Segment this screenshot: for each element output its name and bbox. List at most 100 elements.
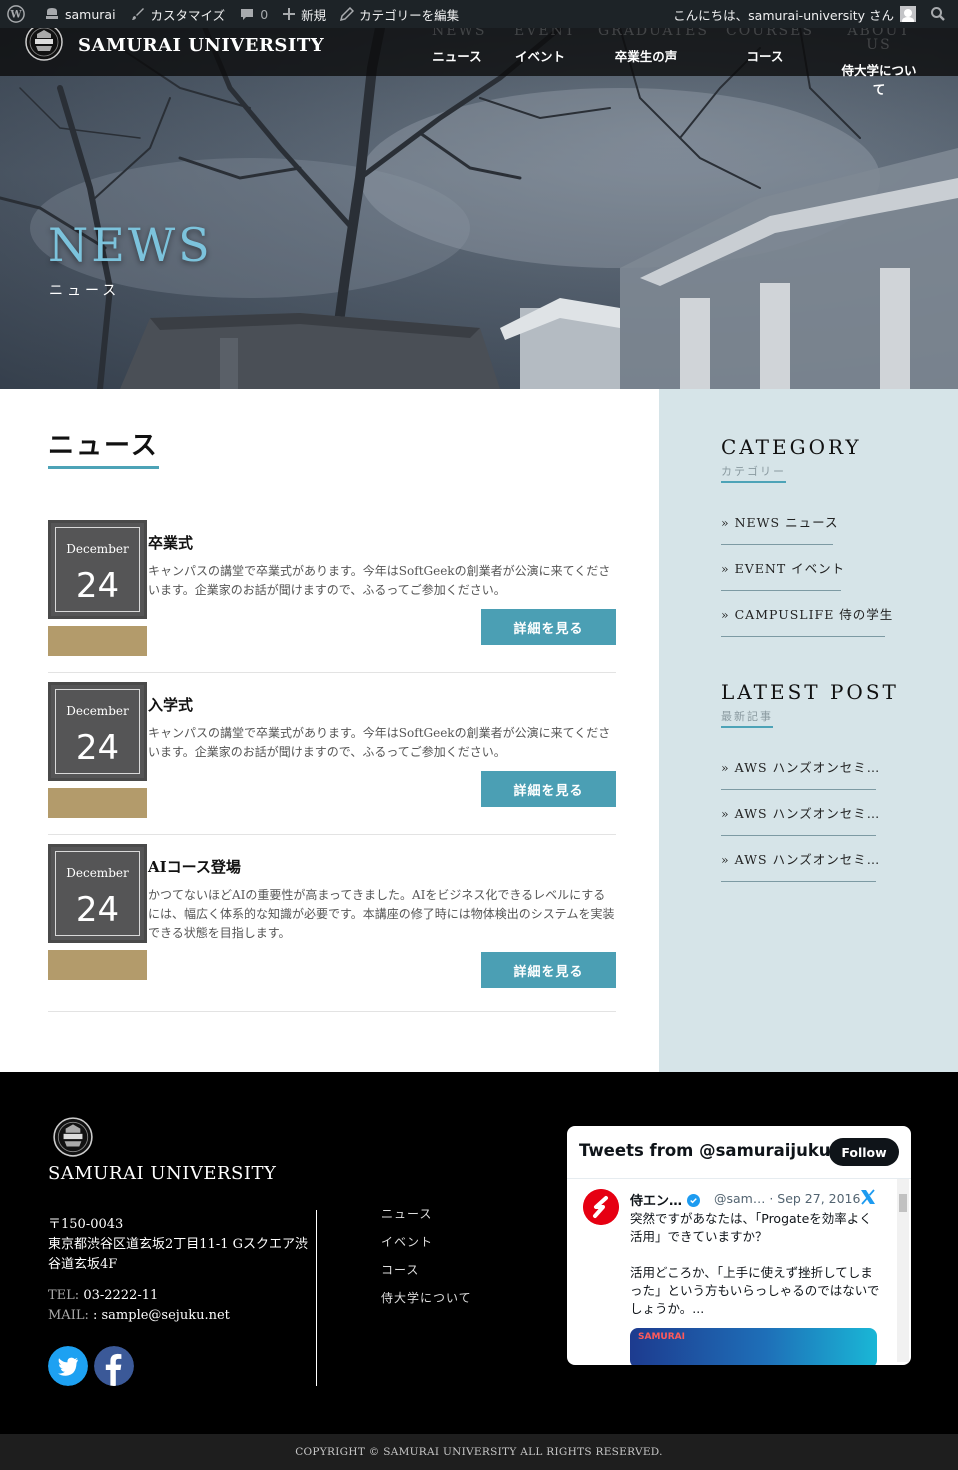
footer-tel-value: 03-2222-11 — [83, 1288, 159, 1303]
tweet-author-name[interactable]: 侍エン… — [630, 1190, 700, 1209]
nav-ja-label: コース — [746, 49, 784, 64]
admin-new-link[interactable]: 新規 — [275, 0, 333, 28]
post-category-bar — [48, 788, 147, 818]
post-excerpt: かつてないほどAIの重要性が高まってきました。AIをビジネス化できるレベルにする… — [148, 888, 615, 940]
footer-mail-value: : sample@sejuku.net — [93, 1308, 230, 1323]
twitter-widget-scroll-thumb[interactable] — [899, 1194, 907, 1212]
admin-account-menu[interactable]: こんにちは、samurai-university さん — [666, 0, 923, 28]
twitter-timeline-widget[interactable]: Tweets from @samuraijuku Follow 侍エン… @sa… — [567, 1126, 911, 1365]
footer-mail-label: MAIL: — [48, 1308, 89, 1323]
read-more-button[interactable]: 詳細を見る — [481, 609, 616, 645]
post-excerpt: キャンパスの講堂で卒業式があります。今年はSoftGeekの創業者が公演に来てく… — [148, 564, 611, 597]
tweet-author-avatar[interactable] — [583, 1189, 619, 1225]
footer-tel: TEL: 03-2222-11 — [48, 1288, 158, 1303]
admin-new-label: 新規 — [301, 7, 327, 23]
site-logo-link[interactable]: SAMURAI UNIVERSITY — [24, 22, 324, 62]
admin-greeting: こんにちは、samurai-university さん — [673, 7, 894, 23]
post-title[interactable]: 入学式 — [148, 694, 193, 715]
nav-ja-label: 卒業生の声 — [614, 49, 678, 64]
category-widget-subtitle: カテゴリー — [721, 463, 786, 483]
post-title[interactable]: 卒業式 — [148, 532, 193, 553]
comment-icon — [241, 9, 254, 20]
post-title[interactable]: AIコース登場 — [148, 856, 241, 877]
post-date-day: 24 — [75, 566, 120, 606]
wordpress-menu[interactable]: W — [0, 0, 37, 28]
copyright-text: COPYRIGHT © SAMURAI UNIVERSITY ALL RIGHT… — [295, 1446, 663, 1458]
search-icon — [931, 7, 945, 21]
tweet-author-name-text: 侍エン… — [630, 1194, 683, 1209]
post-category-bar — [48, 950, 147, 980]
university-crest-icon — [25, 23, 63, 61]
post-date-box: December 24 — [48, 682, 147, 781]
nav-item-courses[interactable]: COURSES コース — [710, 24, 820, 76]
nav-item-news[interactable]: NEWS ニュース — [416, 24, 498, 76]
site-header: SAMURAI UNIVERSITY NEWS ニュース EVENT イベント GR… — [0, 23, 958, 97]
tweet-text: 突然ですがあなたは、「Progateを効率よく活用」できていますか？ 活用どころ… — [630, 1211, 880, 1316]
footer-mail: MAIL: : sample@sejuku.net — [48, 1308, 230, 1323]
footer-tel-label: TEL: — [48, 1288, 80, 1303]
hero-subtitle: ニュース — [49, 283, 121, 299]
news-post: December 24 AIコース登場 かつてないほどAIの重要性が高まってきま… — [48, 844, 616, 1012]
twitter-follow-button[interactable]: Follow — [829, 1138, 899, 1166]
nav-en-label: ABOUT US — [847, 23, 911, 53]
main-content: ニュース December 24 卒業式 キャンパスの講堂で卒業式があります。今… — [0, 389, 659, 1072]
page-title: ニュース — [48, 425, 159, 469]
site-title: SAMURAI UNIVERSITY — [78, 34, 325, 56]
admin-customize-link[interactable]: カスタマイズ — [123, 0, 233, 28]
admin-edit-category-link[interactable]: カテゴリーを編集 — [333, 0, 466, 28]
footer-nav-courses[interactable]: コース — [381, 1261, 419, 1278]
read-more-button[interactable]: 詳細を見る — [481, 952, 616, 988]
admin-site-link[interactable]: samurai — [37, 0, 123, 28]
sidebar-category-news[interactable]: » NEWS ニュース — [721, 512, 837, 545]
sidebar-latest-post[interactable]: » AWS ハンズオンセミ… — [721, 803, 879, 836]
post-date-month: December — [66, 866, 129, 880]
footer-divider — [316, 1210, 317, 1386]
admin-search-button[interactable] — [923, 0, 958, 28]
nav-item-event[interactable]: EVENT イベント — [498, 24, 582, 76]
latest-post-widget-subtitle: 最新記事 — [721, 708, 773, 728]
read-more-button[interactable]: 詳細を見る — [481, 771, 616, 807]
footer-nav-event[interactable]: イベント — [381, 1233, 433, 1250]
nav-ja-label: 侍大学について — [841, 63, 917, 97]
plus-icon — [283, 8, 296, 20]
hero-background-image — [0, 28, 958, 389]
footer-nav-news[interactable]: ニュース — [381, 1205, 432, 1222]
svg-text:W: W — [9, 10, 22, 21]
footer-nav-about[interactable]: 侍大学について — [381, 1289, 472, 1306]
sidebar-latest-post[interactable]: » AWS ハンズオンセミ… — [721, 849, 879, 882]
post-date-day: 24 — [75, 890, 120, 930]
admin-comments-link[interactable]: 0 — [232, 0, 275, 28]
sidebar-latest-post[interactable]: » AWS ハンズオンセミ… — [721, 757, 879, 790]
latest-post-widget-title: LATEST POST — [721, 680, 899, 704]
admin-comments-count: 0 — [260, 6, 269, 22]
post-date-day: 24 — [75, 728, 120, 768]
sidebar-category-event[interactable]: » EVENT イベント — [721, 558, 844, 591]
news-post: December 24 卒業式 キャンパスの講堂で卒業式があります。今年はSof… — [48, 520, 616, 673]
nav-item-about[interactable]: ABOUT US 侍大学について — [820, 24, 938, 97]
global-nav: NEWS ニュース EVENT イベント GRADUATES 卒業生の声 COURSE… — [416, 24, 938, 97]
footer-crest-icon — [53, 1117, 93, 1157]
footer-zip: 〒150-0043 — [48, 1217, 124, 1232]
verified-icon — [686, 1194, 700, 1207]
pencil-icon — [340, 7, 355, 21]
admin-customize-label: カスタマイズ — [150, 7, 226, 23]
nav-ja-label: イベント — [514, 49, 565, 64]
post-date-month: December — [66, 704, 129, 718]
brush-icon — [131, 8, 144, 20]
nav-ja-label: ニュース — [432, 49, 482, 64]
twitter-icon[interactable] — [48, 1346, 88, 1386]
post-date-box: December 24 — [48, 844, 147, 943]
facebook-icon[interactable] — [94, 1346, 134, 1386]
x-logo-icon[interactable] — [859, 1188, 877, 1206]
copyright-bar: COPYRIGHT © SAMURAI UNIVERSITY ALL RIGHT… — [0, 1434, 958, 1470]
nav-item-graduates[interactable]: GRADUATES 卒業生の声 — [582, 24, 710, 76]
admin-site-name: samurai — [65, 6, 116, 22]
category-widget-title: CATEGORY — [721, 435, 862, 459]
tweet-author-handle[interactable]: @sam… · Sep 27, 2016 — [714, 1191, 860, 1206]
admin-bar: W samurai カスタマイズ 0 新規 カテゴリーを編集 こんにちは、sam… — [0, 0, 958, 28]
tweet-media-image[interactable]: SAMURAI — [630, 1328, 877, 1365]
tweet-media-label: SAMURAI — [638, 1332, 685, 1342]
home-icon — [46, 8, 58, 19]
post-date-box: December 24 — [48, 520, 147, 619]
sidebar-category-campuslife[interactable]: » CAMPUSLIFE 侍の学生 — [721, 604, 892, 637]
